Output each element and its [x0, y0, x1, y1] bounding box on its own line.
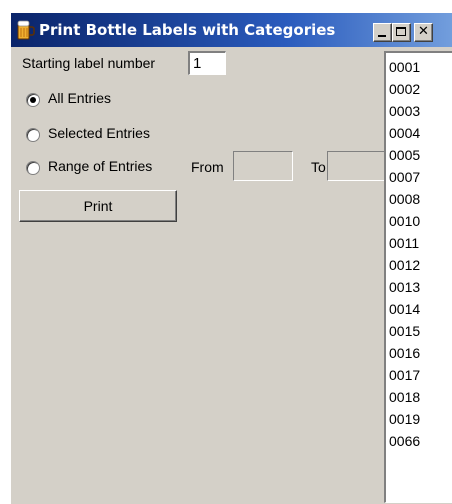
radio-selected-dot [30, 97, 36, 103]
starting-label-number-label: Starting label number [22, 55, 156, 71]
radio-button-icon [26, 93, 40, 107]
entries-listbox[interactable]: 0001 0002 0003 0004 0005 0007 0008 0010 0011 0012… [384, 51, 452, 503]
list-item[interactable]: 0003 [389, 100, 452, 122]
list-item[interactable]: 0014 [389, 298, 452, 320]
close-button[interactable]: ✕ [414, 23, 433, 42]
all-entries-label: All Entries [48, 90, 112, 106]
print-button[interactable]: Print [19, 190, 177, 222]
maximize-icon [396, 27, 406, 36]
title-bar[interactable]: Print Bottle Labels with Categories ✕ [11, 13, 452, 47]
list-item[interactable]: 0004 [389, 122, 452, 144]
list-item[interactable]: 0015 [389, 320, 452, 342]
window-title: Print Bottle Labels with Categories [39, 21, 336, 39]
list-item[interactable]: 0002 [389, 78, 452, 100]
list-item[interactable]: 0066 [389, 430, 452, 452]
list-item[interactable]: 0013 [389, 276, 452, 298]
list-item[interactable]: 0019 [389, 408, 452, 430]
list-item[interactable]: 0012 [389, 254, 452, 276]
range-of-entries-label: Range of Entries [48, 158, 153, 174]
selected-entries-label: Selected Entries [48, 125, 150, 141]
radio-button-icon [26, 161, 40, 175]
close-icon: ✕ [418, 24, 429, 39]
radio-button-icon [26, 128, 40, 142]
beer-mug-icon [17, 20, 35, 40]
list-item[interactable]: 0007 [389, 166, 452, 188]
print-labels-window: Print Bottle Labels with Categories ✕ St… [10, 12, 452, 504]
from-input[interactable] [233, 151, 293, 181]
from-label: From [191, 159, 224, 175]
list-item[interactable]: 0016 [389, 342, 452, 364]
list-item[interactable]: 0001 [389, 56, 452, 78]
list-item[interactable]: 0018 [389, 386, 452, 408]
list-item[interactable]: 0011 [389, 232, 452, 254]
list-item[interactable]: 0008 [389, 188, 452, 210]
list-item[interactable]: 0010 [389, 210, 452, 232]
minimize-button[interactable] [373, 23, 392, 42]
minimize-icon [378, 35, 386, 37]
to-input[interactable] [327, 151, 385, 181]
to-label: To [311, 159, 326, 175]
list-item[interactable]: 0017 [389, 364, 452, 386]
list-item[interactable]: 0005 [389, 144, 452, 166]
maximize-button[interactable] [392, 23, 411, 42]
starting-label-number-input[interactable] [188, 51, 226, 75]
